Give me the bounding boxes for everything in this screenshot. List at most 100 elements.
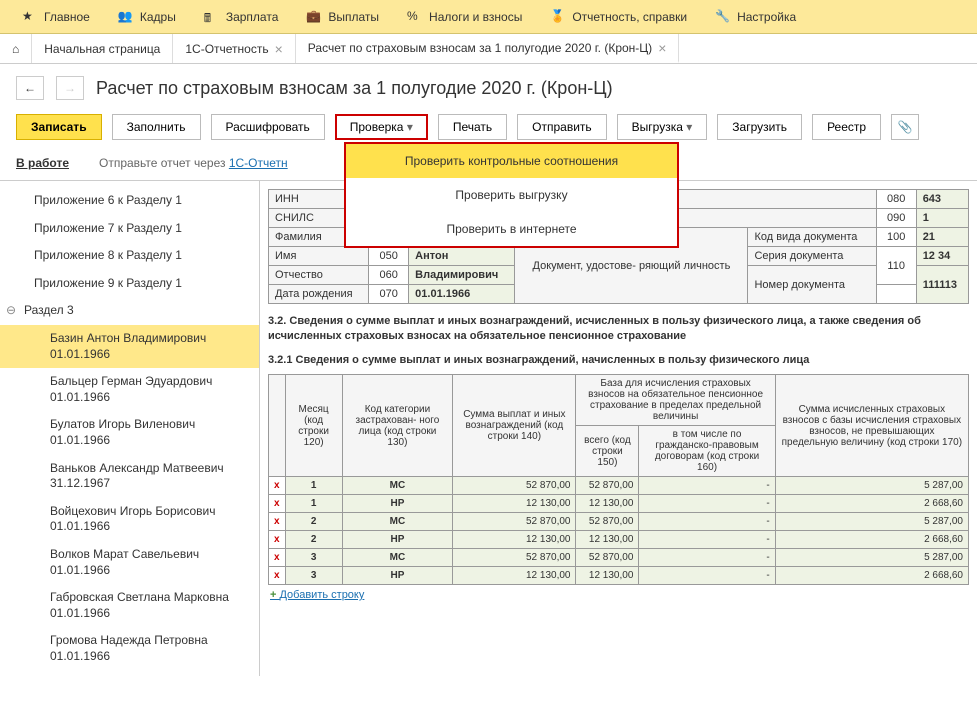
delete-row-icon[interactable]: x (269, 513, 286, 531)
cell-calc[interactable]: 5 287,00 (775, 477, 968, 495)
star-icon: ★ (22, 9, 38, 25)
menu-check-ratios[interactable]: Проверить контрольные соотношения (346, 144, 677, 178)
close-icon[interactable]: × (658, 40, 666, 56)
cell-sum[interactable]: 12 130,00 (453, 495, 576, 513)
val-doc-series[interactable]: 12 34 (916, 247, 968, 266)
cell-gpd[interactable]: - (639, 495, 775, 513)
write-button[interactable]: Записать (16, 114, 102, 140)
cell-category[interactable]: НР (342, 531, 453, 549)
delete-row-icon[interactable]: x (269, 549, 286, 567)
sidebar-person[interactable]: Базин Антон Владимирович 01.01.1966 (0, 325, 259, 368)
nav-payments[interactable]: 💼Выплаты (292, 0, 393, 33)
load-button[interactable]: Загрузить (717, 114, 802, 140)
cell-category[interactable]: НР (342, 567, 453, 585)
export-button[interactable]: Выгрузка (617, 114, 708, 140)
cell-gpd[interactable]: - (639, 531, 775, 549)
registry-button[interactable]: Реестр (812, 114, 881, 140)
val-patronymic[interactable]: Владимирович (409, 266, 515, 285)
cell-gpd[interactable]: - (639, 513, 775, 531)
sidebar-person[interactable]: Бальцер Герман Эдуардович 01.01.1966 (0, 368, 259, 411)
th-base-total: всего (код строки 150) (576, 426, 639, 477)
cell-total[interactable]: 52 870,00 (576, 477, 639, 495)
val-sex[interactable]: 1 (916, 209, 968, 228)
tab-home-icon[interactable]: ⌂ (0, 34, 32, 63)
delete-row-icon[interactable]: x (269, 567, 286, 585)
cell-month[interactable]: 3 (285, 549, 342, 567)
sidebar-person[interactable]: Булатов Игорь Виленович 01.01.1966 (0, 411, 259, 454)
cell-sum[interactable]: 52 870,00 (453, 477, 576, 495)
attach-button[interactable]: 📎 (891, 114, 919, 140)
cell-calc[interactable]: 5 287,00 (775, 549, 968, 567)
nav-main[interactable]: ★Главное (8, 0, 104, 33)
badge-icon: 🏅 (550, 9, 566, 25)
sidebar-item[interactable]: Приложение 8 к Разделу 1 (0, 242, 259, 270)
cell-gpd[interactable]: - (639, 549, 775, 567)
cell-sum[interactable]: 52 870,00 (453, 549, 576, 567)
link-1c-reporting[interactable]: 1С-Отчетн (229, 156, 288, 170)
tab-start-page[interactable]: Начальная страница (32, 34, 173, 63)
cell-category[interactable]: МС (342, 549, 453, 567)
fill-button[interactable]: Заполнить (112, 114, 201, 140)
nav-salary[interactable]: 🖩Зарплата (190, 0, 293, 33)
nav-reports[interactable]: 🏅Отчетность, справки (536, 0, 701, 33)
people-icon: 👥 (118, 9, 134, 25)
sidebar-person[interactable]: Габровская Светлана Марковна 01.01.1966 (0, 584, 259, 627)
status-in-work[interactable]: В работе (16, 156, 69, 170)
cell-sum[interactable]: 52 870,00 (453, 513, 576, 531)
cell-month[interactable]: 1 (285, 495, 342, 513)
print-button[interactable]: Печать (438, 114, 507, 140)
cell-calc[interactable]: 2 668,60 (775, 531, 968, 549)
cell-category[interactable]: НР (342, 495, 453, 513)
sidebar-person[interactable]: Волков Марат Савельевич 01.01.1966 (0, 541, 259, 584)
cell-sum[interactable]: 12 130,00 (453, 531, 576, 549)
cell-total[interactable]: 12 130,00 (576, 567, 639, 585)
cell-gpd[interactable]: - (639, 477, 775, 495)
val-name[interactable]: Антон (409, 247, 515, 266)
menu-check-export[interactable]: Проверить выгрузку (346, 178, 677, 212)
close-icon[interactable]: × (275, 41, 283, 57)
decode-button[interactable]: Расшифровать (211, 114, 325, 140)
sidebar-item[interactable]: Приложение 6 к Разделу 1 (0, 187, 259, 215)
sidebar-person[interactable]: Войцехович Игорь Борисович 01.01.1966 (0, 498, 259, 541)
cell-month[interactable]: 1 (285, 477, 342, 495)
delete-row-icon[interactable]: x (269, 477, 286, 495)
cell-total[interactable]: 12 130,00 (576, 531, 639, 549)
add-row-link[interactable]: Добавить строку (268, 585, 969, 605)
delete-row-icon[interactable]: x (269, 495, 286, 513)
tab-insurance-calc[interactable]: Расчет по страховым взносам за 1 полугод… (296, 34, 680, 63)
cell-total[interactable]: 12 130,00 (576, 495, 639, 513)
val-doc-number[interactable]: 111113 (916, 266, 968, 304)
cell-calc[interactable]: 5 287,00 (775, 513, 968, 531)
cell-month[interactable]: 2 (285, 513, 342, 531)
sidebar-person[interactable]: Громова Надежда Петровна 01.01.1966 (0, 627, 259, 670)
tab-1c-reporting[interactable]: 1С-Отчетность× (173, 34, 295, 63)
check-button[interactable]: Проверка (335, 114, 428, 140)
sidebar-item[interactable]: Приложение 9 к Разделу 1 (0, 270, 259, 298)
back-button[interactable]: ← (16, 76, 44, 100)
sidebar-person[interactable]: Ваньков Александр Матвеевич 31.12.1967 (0, 455, 259, 498)
cell-gpd[interactable]: - (639, 567, 775, 585)
cell-category[interactable]: МС (342, 477, 453, 495)
table-row: x3МС52 870,0052 870,00-5 287,00 (269, 549, 969, 567)
cell-calc[interactable]: 2 668,60 (775, 567, 968, 585)
cell-sum[interactable]: 12 130,00 (453, 567, 576, 585)
cell-month[interactable]: 2 (285, 531, 342, 549)
delete-row-icon[interactable]: x (269, 531, 286, 549)
nav-taxes[interactable]: %Налоги и взносы (393, 0, 536, 33)
cell-month[interactable]: 3 (285, 567, 342, 585)
paperclip-icon: 📎 (898, 120, 913, 134)
cell-total[interactable]: 52 870,00 (576, 549, 639, 567)
val-doc-type[interactable]: 21 (916, 228, 968, 247)
nav-hr[interactable]: 👥Кадры (104, 0, 190, 33)
sidebar-item[interactable]: Приложение 7 к Разделу 1 (0, 215, 259, 243)
sidebar-section-3[interactable]: Раздел 3 (0, 297, 259, 325)
send-button[interactable]: Отправить (517, 114, 607, 140)
cell-category[interactable]: МС (342, 513, 453, 531)
nav-settings[interactable]: 🔧Настройка (701, 0, 810, 33)
cell-calc[interactable]: 2 668,60 (775, 495, 968, 513)
cell-total[interactable]: 52 870,00 (576, 513, 639, 531)
menu-check-internet[interactable]: Проверить в интернете (346, 212, 677, 246)
val-country[interactable]: 643 (916, 190, 968, 209)
val-birthdate[interactable]: 01.01.1966 (409, 285, 515, 304)
forward-button: → (56, 76, 84, 100)
